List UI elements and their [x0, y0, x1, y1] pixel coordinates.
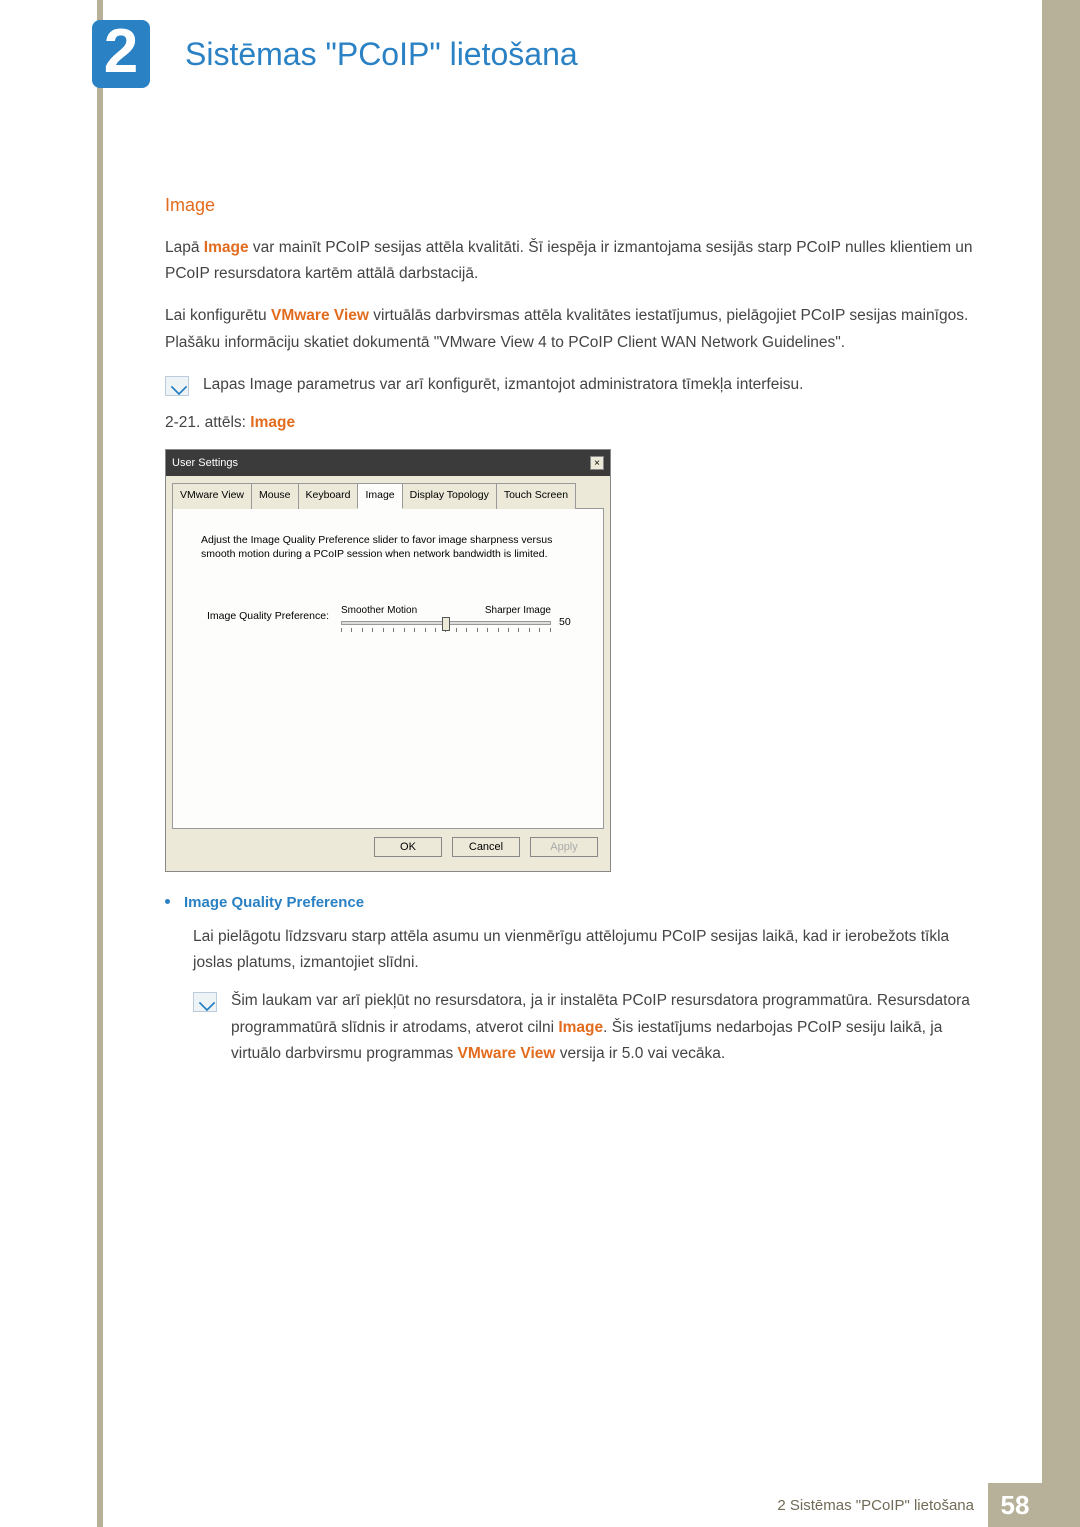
p2-vmware-accent: VMware View: [271, 307, 369, 324]
slider-thumb[interactable]: [442, 617, 450, 631]
paragraph-1: Lapā Image var mainīt PCoIP sesijas attē…: [165, 235, 975, 288]
page-right-stripe: [1042, 0, 1080, 1527]
bullet-body: Lai pielāgotu līdzsvaru starp attēla asu…: [193, 924, 975, 977]
figure-caption: 2-21. attēls: Image: [165, 410, 975, 436]
ok-button[interactable]: OK: [374, 837, 442, 857]
tab-keyboard[interactable]: Keyboard: [298, 483, 359, 509]
section-heading: Image: [165, 190, 975, 221]
chapter-title: Sistēmas "PCoIP" lietošana: [185, 36, 578, 73]
chapter-number-badge: 2: [92, 20, 150, 88]
slider-left-label: Smoother Motion: [341, 602, 417, 619]
tab-touch-screen[interactable]: Touch Screen: [496, 483, 576, 509]
tab-vmware-view[interactable]: VMware View: [172, 483, 252, 509]
tab-pane-image: Adjust the Image Quality Preference slid…: [172, 509, 604, 829]
note-2: Šim laukam var arī piekļūt no resursdato…: [193, 988, 975, 1067]
user-settings-dialog: User Settings × VMware View Mouse Keyboa…: [165, 449, 611, 873]
paragraph-2: Lai konfigurētu VMware View virtuālās da…: [165, 303, 975, 356]
note-icon: [193, 992, 217, 1012]
p1-a: Lapā: [165, 239, 204, 256]
dialog-body: VMware View Mouse Keyboard Image Display…: [166, 476, 610, 871]
slider-value: 50: [559, 602, 583, 632]
tab-image[interactable]: Image: [357, 483, 402, 509]
dialog-title-text: User Settings: [172, 454, 238, 473]
page-content: Image Lapā Image var mainīt PCoIP sesija…: [165, 190, 975, 1079]
page-footer: 2 Sistēmas "PCoIP" lietošana 58: [0, 1483, 1080, 1527]
p2-a: Lai konfigurētu: [165, 307, 271, 324]
dialog-titlebar: User Settings ×: [166, 450, 610, 477]
note2-image-accent: Image: [558, 1019, 603, 1036]
dialog-buttons: OK Cancel Apply: [172, 829, 604, 865]
note2-e: versija ir 5.0 vai vecāka.: [555, 1045, 725, 1062]
slider-box: Smoother Motion Sharper Image: [341, 602, 551, 632]
page-left-stripe: [97, 0, 103, 1527]
apply-button: Apply: [530, 837, 598, 857]
close-icon[interactable]: ×: [590, 456, 604, 470]
slider-right-label: Sharper Image: [485, 602, 551, 619]
p1-c: var mainīt PCoIP sesijas attēla kvalitāt…: [165, 239, 973, 282]
p1-image-accent: Image: [204, 239, 249, 256]
slider-row: Image Quality Preference: Smoother Motio…: [193, 602, 583, 632]
figure-caption-name: Image: [250, 414, 295, 431]
slider-label: Image Quality Preference:: [193, 608, 333, 626]
note-2-text: Šim laukam var arī piekļūt no resursdato…: [231, 988, 975, 1067]
footer-right-stripe: [1042, 1483, 1080, 1527]
bullet-dot-icon: [165, 899, 170, 904]
figure-caption-prefix: 2-21. attēls:: [165, 414, 250, 431]
note-1-text: Lapas Image parametrus var arī konfigurē…: [203, 372, 975, 398]
footer-chapter-label: 2 Sistēmas "PCoIP" lietošana: [777, 1483, 988, 1527]
note2-vmware-accent: VMware View: [458, 1045, 556, 1062]
tab-display-topology[interactable]: Display Topology: [402, 483, 497, 509]
tabs-row: VMware View Mouse Keyboard Image Display…: [172, 482, 604, 509]
bullet-item: Image Quality Preference: [165, 890, 975, 916]
image-quality-slider[interactable]: [341, 621, 551, 625]
cancel-button[interactable]: Cancel: [452, 837, 520, 857]
footer-page-number: 58: [988, 1483, 1042, 1527]
dialog-help-text: Adjust the Image Quality Preference slid…: [201, 533, 575, 561]
note-icon: [165, 376, 189, 396]
bullet-title: Image Quality Preference: [184, 890, 364, 916]
note-1: Lapas Image parametrus var arī konfigurē…: [165, 372, 975, 398]
tab-mouse[interactable]: Mouse: [251, 483, 299, 509]
